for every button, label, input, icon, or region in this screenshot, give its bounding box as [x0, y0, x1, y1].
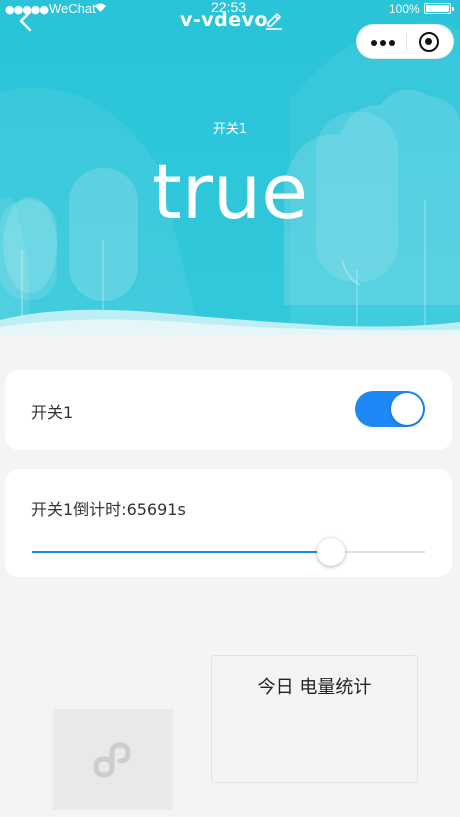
timer-label: 开关1倒计时:65691s — [31, 500, 186, 519]
target-circle-icon[interactable] — [419, 32, 439, 52]
power-stats-card[interactable]: 今日 电量统计 — [211, 655, 418, 783]
switch-toggle-knob — [391, 393, 423, 425]
battery-percentage: 100% — [389, 2, 420, 16]
chevron-left-icon[interactable] — [18, 10, 34, 32]
image-placeholder — [53, 709, 173, 810]
more-dots-icon[interactable] — [371, 40, 395, 46]
battery-icon — [424, 3, 454, 14]
timer-slider[interactable] — [32, 538, 425, 566]
miniprogram-logo-icon — [93, 742, 131, 778]
power-stats-title: 今日 电量统计 — [257, 677, 372, 698]
timer-slider-fill — [32, 551, 331, 553]
hero-device-state: true — [152, 147, 308, 236]
pencil-icon[interactable] — [264, 11, 284, 31]
timer-card: 开关1倒计时:65691s — [5, 469, 452, 577]
hero-device-label: 开关1 — [212, 122, 248, 137]
switch-toggle[interactable] — [355, 391, 425, 427]
hero-banner: ●●●●● WeChat 22:53 100% v-vdevo 开关1 true — [0, 0, 460, 335]
switch-label: 开关1 — [31, 403, 74, 422]
timer-slider-thumb[interactable] — [316, 538, 345, 566]
switch-card: 开关1 — [5, 370, 452, 450]
wifi-icon — [95, 3, 106, 12]
mini-program-capsule — [356, 24, 454, 59]
capsule-divider — [406, 34, 407, 51]
carrier-name: WeChat — [49, 1, 96, 16]
page-title: v-vdevo — [180, 9, 269, 31]
